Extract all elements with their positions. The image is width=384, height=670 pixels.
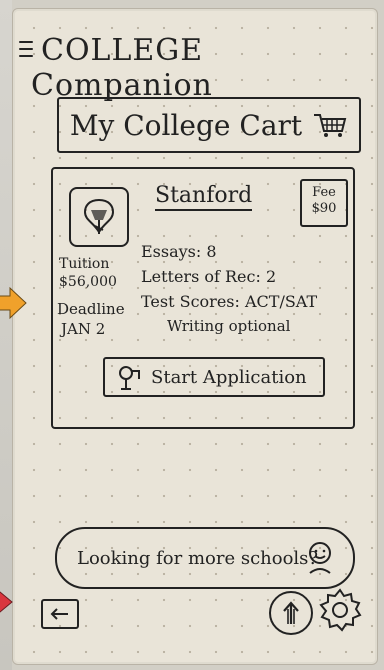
essays-count: Essays: 8 xyxy=(141,242,217,261)
back-arrow-icon xyxy=(50,608,68,620)
smiley-icon xyxy=(309,542,331,574)
letters-count: Letters of Rec: 2 xyxy=(141,267,277,286)
app-title: COLLEGE Companion xyxy=(19,33,371,103)
cart-icon[interactable] xyxy=(312,111,348,139)
school-name[interactable]: Stanford xyxy=(155,183,253,211)
red-pointer-arrow xyxy=(0,591,13,613)
start-application-button[interactable]: Start Application xyxy=(103,357,325,397)
phone-sketch: COLLEGE Companion My College Cart Stanfo… xyxy=(12,8,378,665)
tuition-value: $56,000 xyxy=(59,274,117,290)
left-panel xyxy=(0,0,12,670)
settings-button[interactable] xyxy=(317,587,363,633)
menu-icon[interactable] xyxy=(19,41,33,57)
writing-note: Writing optional xyxy=(167,317,291,335)
start-application-label: Start Application xyxy=(151,366,307,388)
back-button[interactable] xyxy=(41,599,79,629)
deadline-value: JAN 2 xyxy=(61,320,106,338)
requirements-list: Essays: 8 Letters of Rec: 2 Test Scores:… xyxy=(141,239,317,339)
tuition-label: Tuition xyxy=(59,256,110,272)
scroll-top-button[interactable] xyxy=(269,591,313,635)
school-card: Stanford Fee $90 Tuition $56,000 Deadlin… xyxy=(51,167,355,429)
fee-box: Fee $90 xyxy=(300,179,348,227)
up-arrow-icon xyxy=(283,601,299,624)
tuition-block: Tuition $56,000 xyxy=(59,255,117,291)
app-title-text: COLLEGE Companion xyxy=(31,33,213,103)
more-schools-button[interactable]: Looking for more schools? xyxy=(55,527,355,589)
deadline-block: Deadline JAN 2 xyxy=(57,299,125,339)
school-logo xyxy=(69,187,129,247)
deadline-label: Deadline xyxy=(57,300,125,318)
more-schools-label: Looking for more schools? xyxy=(77,547,319,569)
cart-header: My College Cart xyxy=(57,97,361,153)
person-icon xyxy=(119,366,140,390)
fee-value: $90 xyxy=(311,201,337,216)
fee-label: Fee xyxy=(312,185,336,200)
test-scores: Test Scores: ACT/SAT xyxy=(141,292,318,311)
gear-icon xyxy=(319,588,362,632)
cart-title: My College Cart xyxy=(69,108,303,142)
orange-pointer-arrow xyxy=(0,286,27,320)
